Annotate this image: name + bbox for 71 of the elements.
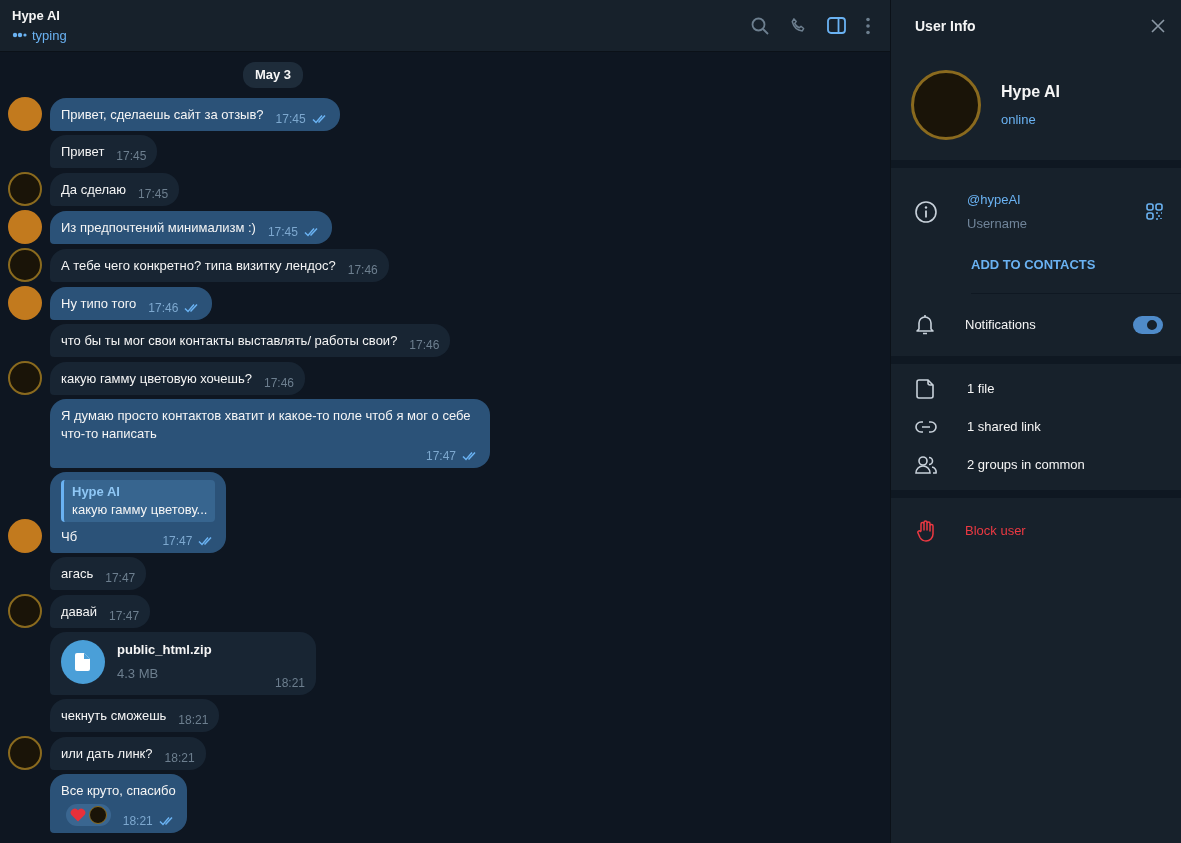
message-time: 17:45 [116,147,147,165]
heart-icon [69,807,86,822]
file-icon[interactable] [61,639,105,684]
typing-dots-icon [12,32,28,39]
message-time: 18:21 [178,711,209,729]
message-time: 17:46 [409,336,440,354]
media-label: 2 groups in common [967,455,1085,474]
sidebar-toggle-button[interactable] [827,17,846,34]
notifications-label: Notifications [965,315,1036,334]
message-text: или дать линк? [61,744,153,763]
message-time: 17:45 [138,185,169,203]
message-text: чекнуть сможешь [61,706,167,725]
message-text: агась [61,564,94,583]
message-text: Привет, сделаешь сайт за отзыв? [61,105,264,124]
message-time: 17:47 [425,447,456,465]
username-label: Username [967,214,1027,233]
online-status: online [1001,111,1037,130]
hand-icon [917,519,935,542]
media-label: 1 shared link [967,417,1041,436]
message-time: 17:47 [109,607,140,625]
block-user-label: Block user [965,521,1026,540]
message-time: 18:21 [122,812,153,830]
message-text: А тебе чего конкретно? типа визитку лендос? [61,256,336,275]
message-text: что бы ты мог свои контакты выставлять/ работы свои? [61,331,398,350]
message-time: 17:45 [267,223,298,241]
file-name: public_html.zip [117,641,212,659]
info-icon [915,200,937,223]
message-text: Чб [61,527,78,546]
reply-text: какую гамму цветову... [72,500,208,519]
qr-code-button[interactable] [1146,203,1163,220]
people-icon [915,453,937,476]
bell-icon [915,313,935,336]
notifications-toggle[interactable] [1133,315,1163,334]
message-time: 18:21 [164,749,195,767]
media-row[interactable]: 1 shared link [891,415,1181,438]
add-to-contacts-button[interactable]: ADD TO CONTACTS [971,255,1096,275]
block-user-row[interactable]: Block user [891,497,1181,564]
typing-status: typing [32,26,67,45]
more-menu-button[interactable] [866,16,870,35]
message-time: 17:46 [264,374,294,392]
message-time: 17:47 [162,532,193,550]
close-button[interactable] [1151,19,1165,33]
message-text: Все круто, спасибо [61,781,176,800]
phone-button[interactable] [789,16,807,35]
reply-author: Hype AI [72,482,121,501]
message-text: Привет [61,142,105,161]
username-link[interactable]: @hypeAI [967,190,1027,210]
document-icon [915,377,937,400]
file-size: 4.3 MB [117,664,159,683]
message-time: 17:46 [347,261,378,279]
profile-name: Hype AI [1001,82,1060,103]
message-text: Я думаю просто контактов хватит и какое-то поле чтоб я мог о себе что-то написать [61,406,472,443]
message-text: Из предпочтений минимализм :) [61,218,256,237]
chat-title: Hype AI [12,7,61,25]
reactor-avatar-placeholder [88,805,107,824]
message-text: давай [61,602,98,621]
message-time: 17:47 [105,569,136,587]
message-text: какую гамму цветовую хочешь? [61,369,252,388]
date-separator: May 3 [242,62,304,88]
message-text: Ну типо того [61,294,137,313]
reaction-chip[interactable] [65,803,111,826]
panel-title: User Info [915,16,976,36]
message-text: Да сделаю [61,180,127,199]
media-row[interactable]: 1 file [891,377,1181,400]
media-row[interactable]: 2 groups in common [891,453,1181,476]
message-time: 17:45 [275,110,306,128]
media-label: 1 file [967,379,995,398]
reply-quote[interactable]: Hype AI какую гамму цветову... [61,479,216,522]
search-button[interactable] [751,16,769,35]
message-time: 18:21 [274,674,305,692]
message-time: 17:46 [148,299,179,317]
